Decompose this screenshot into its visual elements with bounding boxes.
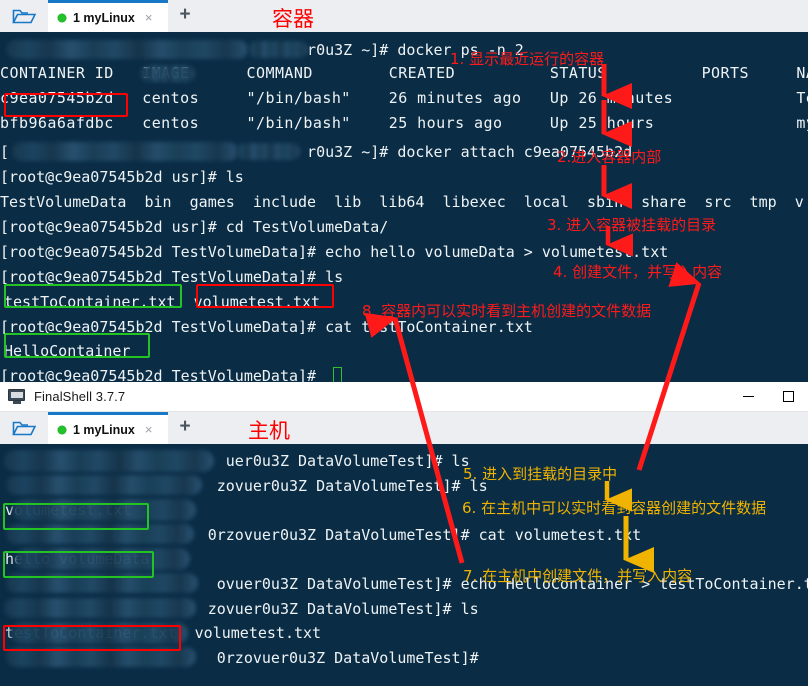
terminal-line: c9ea07545b2d centos "/bin/bash" 26 minut… [0,89,808,107]
redaction-block [6,524,194,544]
terminal-line: TestVolumeData bin games include lib lib… [0,193,804,211]
screenshot-root: 1 myLinux × + 容器 r0u3Z ~]# docker ps -n … [0,0,808,686]
container-terminal[interactable]: r0u3Z ~]# docker ps -n 2 CONTAINER ID IM… [0,32,808,382]
terminal-cursor [333,367,342,382]
host-annotation-label: 主机 [248,419,290,443]
annotation-4: 4. 创建文件，并写入内容 [553,263,723,281]
close-icon[interactable]: × [145,423,153,436]
close-icon[interactable]: × [145,11,153,24]
container-window: 1 myLinux × + 容器 r0u3Z ~]# docker ps -n … [0,0,808,382]
redaction-block [140,65,195,82]
redaction-block [10,622,188,644]
redaction-block [14,548,190,570]
redaction-block [6,647,196,667]
tab-mylinux-host[interactable]: 1 myLinux × [48,412,168,444]
new-tab-button[interactable]: + [168,412,202,444]
window-title: FinalShell 3.7.7 [34,389,126,404]
terminal-line: bfb96a6afdbc centos "/bin/bash" 25 hours… [0,114,808,132]
host-tabstrip: 1 myLinux × + 主机 [0,412,808,444]
redaction-block [236,143,300,160]
annotation-3: 3. 进入容器被挂载的目录 [547,216,717,234]
host-window: FinalShell 3.7.7 1 myLinux × + 主机 uer0u3… [0,382,808,686]
open-folder-button[interactable] [0,412,48,444]
terminal-line: [root@c9ea07545b2d TestVolumeData]# ls [0,268,344,286]
container-tabstrip: 1 myLinux × + 容器 [0,0,808,32]
annotation-6: 6. 在主机中可以实时看到容器创建的文件数据 [462,499,767,517]
terminal-line: [root@c9ea07545b2d TestVolumeData]# echo… [0,243,669,261]
terminal-line: [root@c9ea07545b2d TestVolumeData]# [0,367,326,382]
connection-status-dot [58,425,66,434]
redaction-block [6,40,248,59]
annotation-8: 8. 容器内可以实时看到主机创建的文件数据 [362,302,652,320]
tab-label: 1 myLinux [73,10,135,25]
open-folder-button[interactable] [0,0,48,32]
minimize-button[interactable] [728,382,768,412]
redaction-block [12,499,196,521]
host-titlebar: FinalShell 3.7.7 [0,382,808,412]
annotation-1: 1. 显示最近运行的容器 [450,50,605,68]
redaction-block [4,450,214,472]
container-annotation-label: 容器 [272,7,314,31]
annotation-7: 7. 在主机中创建文件，并写入内容 [463,567,693,585]
folder-icon [12,8,36,25]
terminal-line: CONTAINER ID IMAGE COMMAND CREATED STATU… [0,64,808,82]
terminal-line: [root@c9ea07545b2d TestVolumeData]# cat … [0,318,533,336]
redaction-block [6,475,202,495]
redaction-block [248,41,308,58]
new-tab-button[interactable]: + [168,0,202,32]
connection-status-dot [58,13,66,22]
redaction-block [6,573,198,593]
terminal-line: HelloContainer [4,342,131,360]
finalshell-app-icon [8,388,26,405]
annotation-2: 2.进入容器内部 [557,148,662,166]
tab-label: 1 myLinux [73,422,135,437]
tab-mylinux-container[interactable]: 1 myLinux × [48,0,168,32]
terminal-line: testToContainer.txt volumetest.txt [4,293,321,311]
terminal-line: [root@c9ea07545b2d usr]# cd TestVolumeDa… [0,218,389,236]
folder-icon [12,420,36,437]
maximize-button[interactable] [768,382,808,412]
redaction-block [4,598,196,618]
terminal-line: [root@c9ea07545b2d usr]# ls [0,168,244,186]
annotation-5: 5. 进入到挂载的目录中 [463,465,618,483]
redaction-block [12,142,238,161]
